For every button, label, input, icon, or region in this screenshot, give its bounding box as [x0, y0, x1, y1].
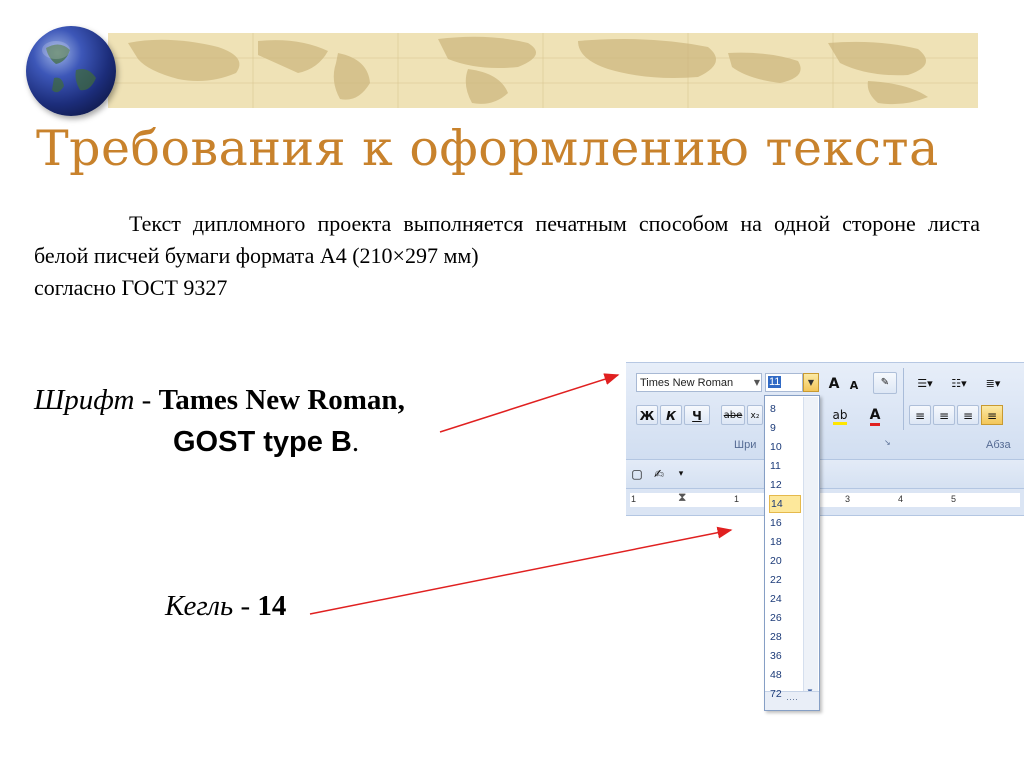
arrow-to-font-size — [309, 526, 733, 615]
arrow-to-font-name — [439, 373, 620, 433]
annotation-arrows — [309, 373, 733, 615]
